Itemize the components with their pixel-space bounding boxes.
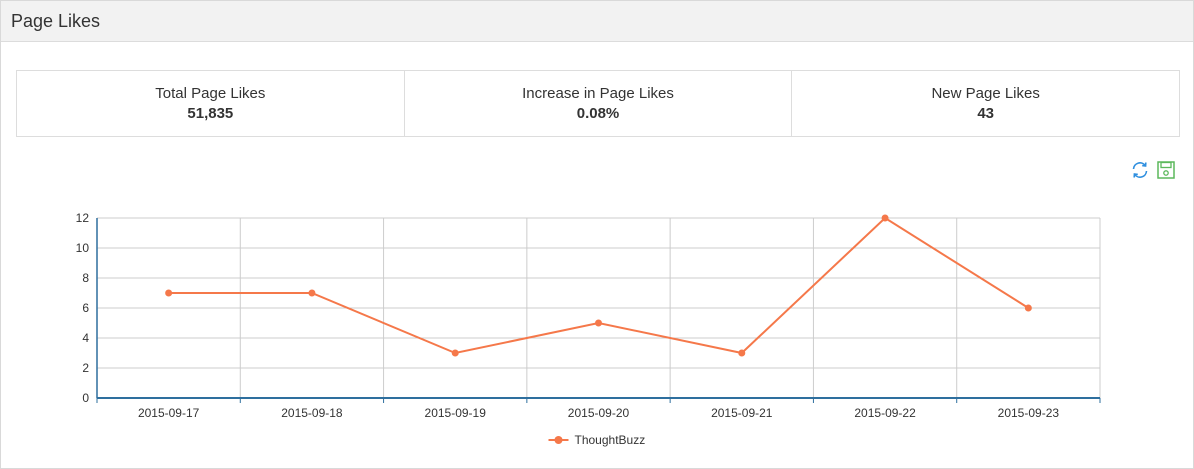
stat-new-page-likes: New Page Likes 43 — [792, 71, 1179, 136]
stat-value: 0.08% — [576, 104, 620, 122]
y-tick-label: 10 — [76, 241, 90, 255]
stat-increase-page-likes: Increase in Page Likes 0.08% — [405, 71, 793, 136]
y-tick-label: 4 — [82, 331, 89, 345]
x-tick-label: 2015-09-20 — [568, 406, 630, 420]
stat-total-page-likes: Total Page Likes 51,835 — [17, 71, 405, 136]
x-tick-label: 2015-09-23 — [998, 406, 1060, 420]
data-point — [165, 289, 173, 297]
chart-toolbar — [1130, 160, 1176, 180]
x-tick-label: 2015-09-21 — [711, 406, 773, 420]
y-tick-label: 12 — [76, 211, 90, 225]
x-tick-label: 2015-09-22 — [854, 406, 916, 420]
series-line — [168, 216, 1029, 355]
stats-row: Total Page Likes 51,835 Increase in Page… — [16, 70, 1180, 137]
data-point — [451, 349, 459, 357]
panel-title: Page Likes — [11, 10, 101, 31]
y-tick-label: 6 — [82, 301, 89, 315]
data-point — [595, 319, 602, 327]
data-point — [881, 214, 889, 222]
x-tick-label: 2015-09-19 — [425, 406, 487, 420]
data-point — [738, 349, 746, 357]
y-tick-label: 0 — [82, 391, 89, 405]
data-point — [1024, 304, 1032, 312]
x-tick-label: 2015-09-17 — [138, 406, 200, 420]
y-tick-label: 2 — [82, 361, 89, 375]
refresh-icon[interactable] — [1130, 160, 1150, 180]
stat-label: New Page Likes — [931, 84, 1040, 102]
stat-value: 51,835 — [187, 104, 234, 122]
data-point — [308, 289, 316, 297]
legend-swatch-marker — [554, 436, 563, 444]
save-icon[interactable] — [1156, 160, 1176, 180]
stat-value: 43 — [977, 104, 995, 122]
x-tick-label: 2015-09-18 — [281, 406, 343, 420]
stat-label: Total Page Likes — [155, 84, 266, 102]
stat-label: Increase in Page Likes — [522, 84, 674, 102]
page-likes-panel: Page Likes Total Page Likes 51,835 Incre… — [0, 0, 1194, 469]
panel-header: Page Likes — [1, 1, 1193, 42]
page-likes-line-chart: 0 2 4 6 8 10 12 2015-09-17 2015-09-18 2015-09-19 2… — [76, 211, 1101, 447]
y-tick-label: 8 — [82, 271, 89, 285]
legend-label: ThoughtBuzz — [575, 433, 646, 447]
